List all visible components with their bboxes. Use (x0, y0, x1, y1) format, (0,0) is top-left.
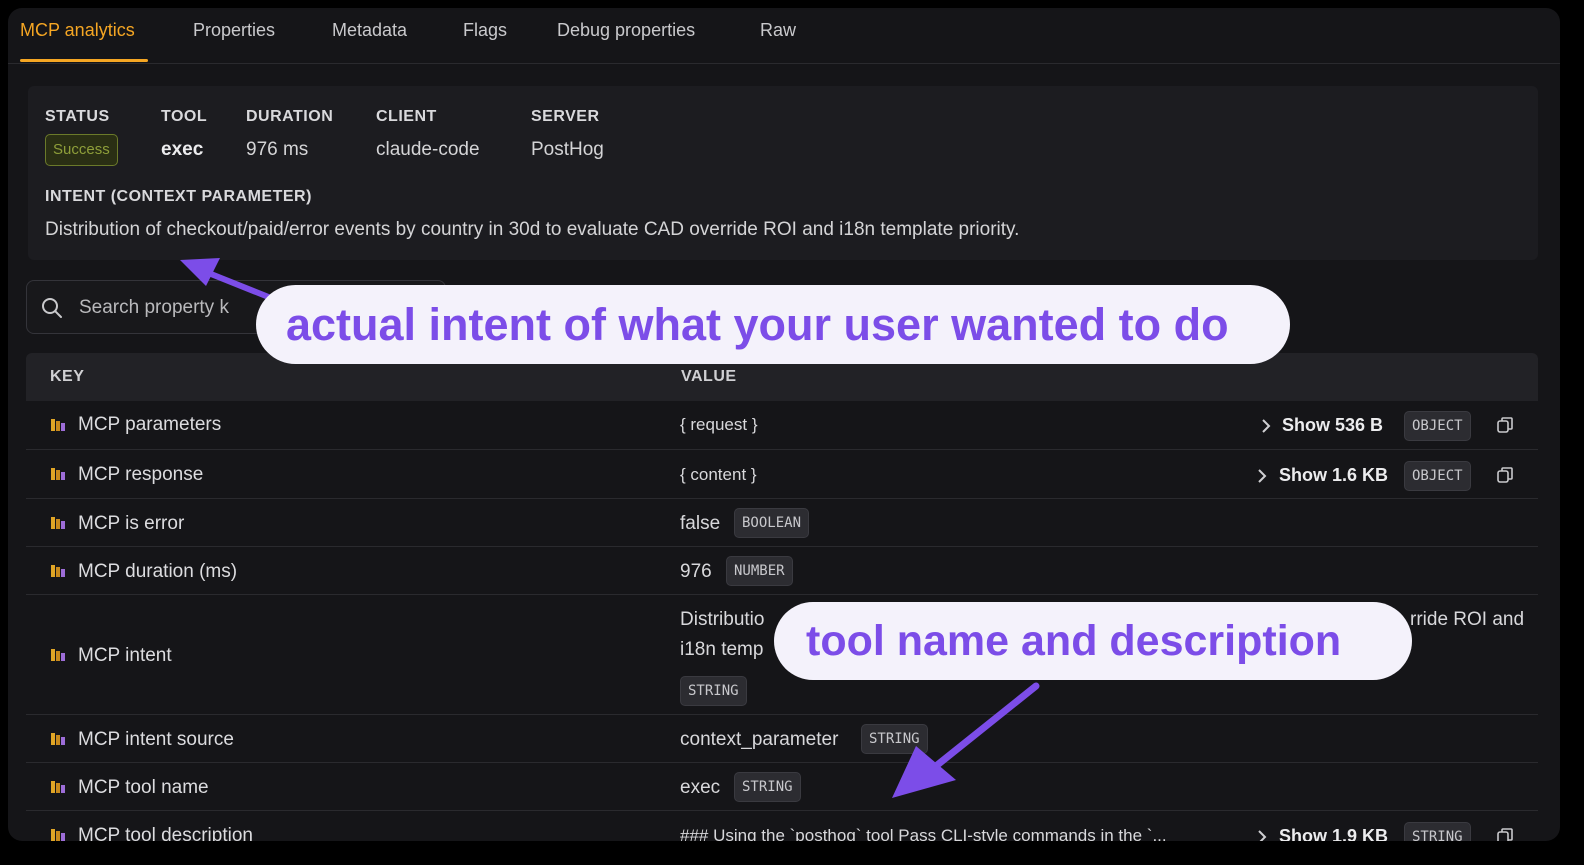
property-value: { content } (680, 465, 757, 484)
property-value: context_parameter (680, 729, 839, 750)
property-key: MCP intent source (78, 729, 234, 750)
tool-value: exec (161, 139, 204, 160)
tab-flags[interactable]: Flags (463, 20, 507, 41)
property-value: ### Using the `posthog` tool Pass CLI-st… (680, 826, 1167, 841)
property-value-line2: i18n temp (680, 639, 764, 660)
table-row[interactable]: MCP is error false BOOLEAN (26, 499, 1538, 547)
property-key: MCP duration (ms) (78, 561, 238, 582)
active-tab-underline (20, 59, 148, 62)
type-badge: STRING (680, 676, 747, 706)
property-value: 976 (680, 561, 712, 582)
property-key: MCP tool name (78, 777, 209, 798)
chevron-right-icon[interactable] (1256, 829, 1268, 841)
type-badge: BOOLEAN (734, 508, 810, 538)
value-header: VALUE (681, 368, 737, 385)
table-row[interactable]: MCP intent source context_parameter STRI… (26, 715, 1538, 763)
tab-metadata[interactable]: Metadata (332, 20, 407, 41)
tool-label: TOOL (161, 108, 208, 125)
property-key: MCP response (78, 464, 204, 485)
property-value: false (680, 513, 721, 534)
type-badge: NUMBER (726, 556, 793, 586)
intent-label: INTENT (CONTEXT PARAMETER) (45, 188, 312, 205)
arrow-icon (180, 258, 274, 301)
tab-properties[interactable]: Properties (193, 20, 275, 41)
property-icon (51, 829, 65, 841)
property-key: MCP is error (78, 513, 185, 534)
show-toggle[interactable]: Show 1.6 KB (1279, 465, 1388, 486)
mcp-summary-card: STATUS Success TOOL exec DURATION 976 ms… (28, 86, 1538, 260)
property-icon (51, 781, 65, 793)
client-label: CLIENT (376, 108, 437, 125)
duration-label: DURATION (246, 108, 334, 125)
table-row[interactable]: MCP duration (ms) 976 NUMBER (26, 547, 1538, 595)
server-value: PostHog (531, 139, 604, 160)
arrow-icon (892, 682, 1040, 798)
key-header: KEY (50, 368, 85, 385)
property-icon (51, 517, 65, 529)
table-row[interactable]: MCP tool description ### Using the `post… (26, 811, 1538, 841)
tab-mcp-analytics[interactable]: MCP analytics (20, 20, 135, 41)
annotation-tool-callout: tool name and description (774, 602, 1412, 680)
event-detail-panel: MCP analytics Properties Metadata Flags … (8, 8, 1560, 841)
property-icon (51, 565, 65, 577)
property-value: { request } (680, 415, 758, 434)
property-icon (51, 649, 65, 661)
duration-value: 976 ms (246, 139, 309, 160)
annotation-intent-callout: actual intent of what your user wanted t… (256, 285, 1290, 364)
tab-debug-properties[interactable]: Debug properties (557, 20, 695, 41)
type-badge: OBJECT (1404, 461, 1471, 491)
copy-icon[interactable] (1496, 416, 1514, 434)
search-icon (42, 298, 62, 318)
tab-bar: MCP analytics Properties Metadata Flags … (8, 8, 1560, 64)
property-icon (51, 419, 65, 431)
type-badge: OBJECT (1404, 411, 1471, 441)
property-value-line1-end: rride ROI and (1410, 609, 1525, 630)
table-row[interactable]: MCP response { content } Show 1.6 KB OBJ… (26, 450, 1538, 499)
copy-icon[interactable] (1496, 466, 1514, 484)
tab-raw[interactable]: Raw (760, 20, 796, 41)
property-key: MCP intent (78, 645, 172, 666)
status-label: STATUS (45, 108, 110, 125)
show-toggle[interactable]: Show 1.9 KB (1279, 826, 1388, 841)
table-row[interactable]: MCP parameters { request } Show 536 B OB… (26, 401, 1538, 450)
client-value: claude-code (376, 139, 480, 160)
copy-icon[interactable] (1496, 827, 1514, 841)
intent-text: Distribution of checkout/paid/error even… (45, 219, 1020, 240)
show-toggle[interactable]: Show 536 B (1282, 415, 1383, 436)
server-label: SERVER (531, 108, 600, 125)
status-badge: Success (45, 134, 118, 166)
table-row[interactable]: MCP tool name exec STRING (26, 763, 1538, 811)
type-badge: STRING (734, 772, 801, 802)
property-icon (51, 468, 65, 480)
property-icon (51, 733, 65, 745)
chevron-right-icon[interactable] (1256, 468, 1268, 484)
chevron-right-icon[interactable] (1260, 418, 1272, 434)
property-key: MCP parameters (78, 414, 222, 435)
property-value-line1: Distributio (680, 609, 765, 630)
property-value: exec (680, 777, 721, 798)
type-badge: STRING (1404, 822, 1471, 841)
property-key: MCP tool description (78, 825, 253, 841)
